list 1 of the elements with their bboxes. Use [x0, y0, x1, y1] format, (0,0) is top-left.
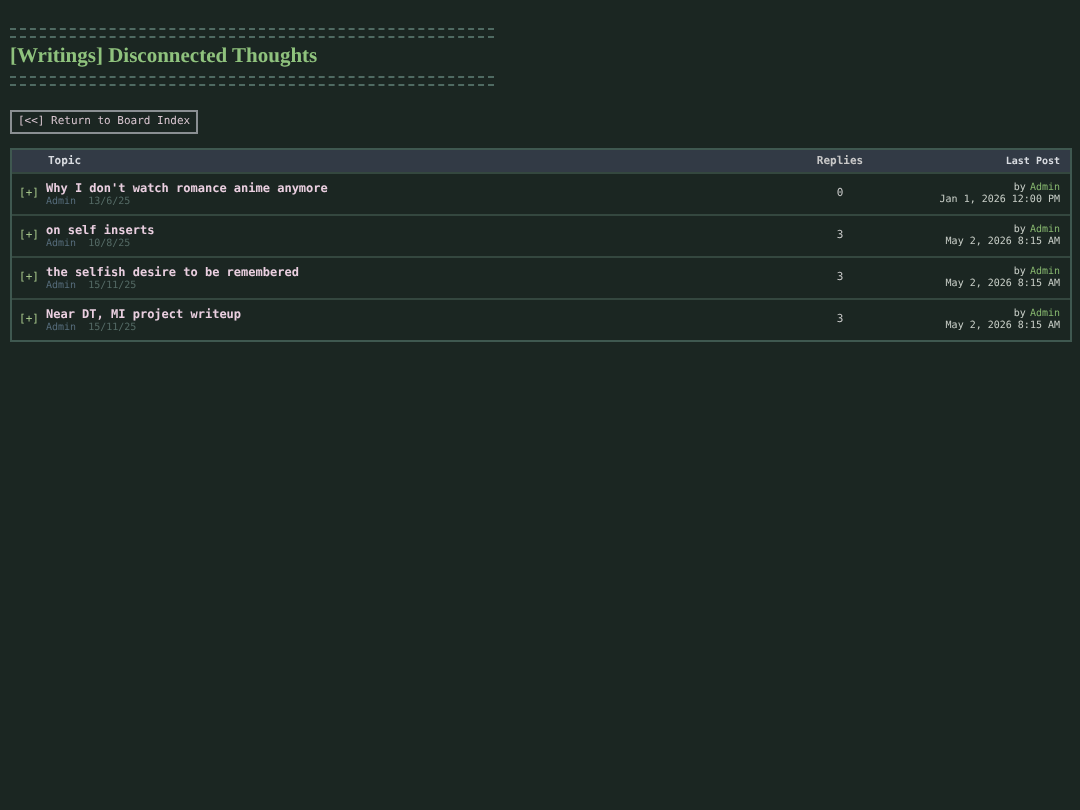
board-title: [Writings] Disconnected Thoughts [10, 46, 320, 68]
